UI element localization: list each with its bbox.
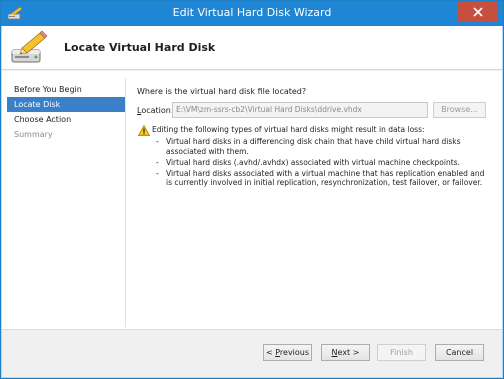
previous-label-post: revious [279, 348, 310, 357]
window-title: Edit Virtual Hard Disk Wizard [172, 6, 332, 19]
nav-divider [125, 78, 126, 327]
list-item-text: Virtual hard disks (.avhd/.avhdx) associ… [166, 157, 460, 167]
previous-label-pre: < [265, 348, 276, 357]
list-item: - Virtual hard disks (.avhd/.avhdx) assoc… [153, 158, 489, 168]
browse-button: Browse... [433, 102, 486, 118]
list-item: - Virtual hard disks associated with a vi… [153, 169, 489, 188]
location-input: E:\VM\zm-ssrs-cb2\Virtual Hard Disks\ddr… [172, 102, 428, 118]
bullet-dash: - [156, 168, 159, 178]
wizard-window: Edit Virtual Hard Disk Wizard Locate Vir… [0, 0, 504, 379]
nav-step-locate-disk[interactable]: Locate Disk [7, 97, 125, 112]
close-button[interactable] [457, 2, 498, 21]
warning-list: - Virtual hard disks in a differencing di… [153, 137, 489, 189]
wizard-header: Locate Virtual Hard Disk [2, 26, 502, 70]
data-loss-warning: Editing the following types of virtual h… [152, 125, 425, 134]
wizard-steps-nav: Before You Begin Locate Disk Choose Acti… [7, 82, 125, 142]
next-label-post: ext > [337, 348, 360, 357]
close-icon [472, 6, 483, 17]
next-button[interactable]: Next > [321, 344, 370, 361]
title-bar[interactable]: Edit Virtual Hard Disk Wizard [1, 1, 503, 26]
nav-step-before-you-begin[interactable]: Before You Begin [7, 82, 125, 97]
list-item-text: Virtual hard disks associated with a vir… [166, 168, 485, 188]
cancel-button[interactable]: Cancel [435, 344, 484, 361]
footer-divider [2, 329, 502, 330]
page-title: Locate Virtual Hard Disk [64, 41, 216, 54]
bullet-dash: - [156, 157, 159, 167]
nav-step-choose-action[interactable]: Choose Action [7, 112, 125, 127]
list-item-text: Virtual hard disks in a differencing dis… [166, 137, 461, 156]
previous-button[interactable]: < Previous [263, 344, 312, 361]
location-label: Location: [137, 106, 174, 115]
finish-button: Finish [377, 344, 426, 361]
location-question: Where is the virtual hard disk file loca… [137, 87, 307, 96]
warning-icon [137, 124, 151, 136]
list-item: - Virtual hard disks in a differencing di… [153, 137, 489, 156]
location-label-post: ocation: [141, 106, 174, 115]
pencil-disk-icon [10, 30, 48, 66]
bullet-dash: - [156, 137, 159, 146]
nav-step-summary: Summary [14, 130, 53, 139]
